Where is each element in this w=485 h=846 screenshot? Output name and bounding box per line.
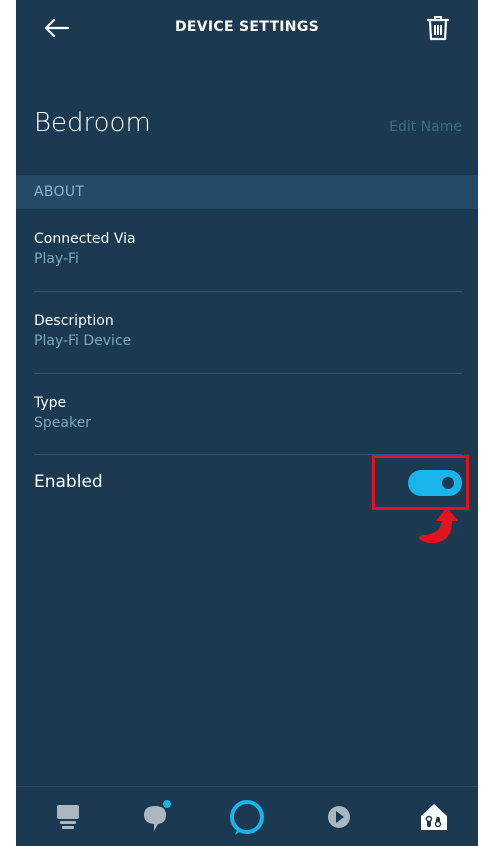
device-settings-screen: DEVICE SETTINGS Bedroom Edit Name ABOUT … (16, 0, 478, 846)
highlight-box (372, 455, 469, 510)
play-icon[interactable] (319, 797, 359, 837)
edit-name-link[interactable]: Edit Name (389, 119, 462, 135)
page-title: DEVICE SETTINGS (174, 19, 319, 35)
smart-home-icon[interactable] (414, 797, 454, 837)
connected-via-value: Play-Fi (34, 251, 79, 267)
description-value: Play-Fi Device (34, 333, 132, 349)
top-bar: DEVICE SETTINGS (16, 0, 478, 56)
connected-via-label: Connected Via (34, 231, 136, 247)
devices-icon[interactable] (48, 797, 88, 837)
device-name: Bedroom (34, 108, 151, 138)
chat-icon[interactable] (136, 797, 176, 837)
trash-icon[interactable] (426, 15, 450, 41)
type-label: Type (34, 395, 67, 411)
curved-arrow-icon (410, 505, 462, 551)
type-value: Speaker (34, 415, 91, 431)
bottom-nav (16, 786, 478, 846)
alexa-icon[interactable] (227, 797, 267, 837)
type-row: Type Speaker (34, 395, 462, 431)
about-section-header: ABOUT (16, 175, 478, 209)
enabled-label: Enabled (34, 472, 103, 492)
divider (34, 291, 462, 292)
divider (34, 373, 462, 374)
description-row: Description Play-Fi Device (34, 313, 462, 349)
connected-via-row: Connected Via Play-Fi (34, 231, 462, 267)
description-label: Description (34, 313, 114, 329)
about-section-label: ABOUT (34, 184, 85, 200)
